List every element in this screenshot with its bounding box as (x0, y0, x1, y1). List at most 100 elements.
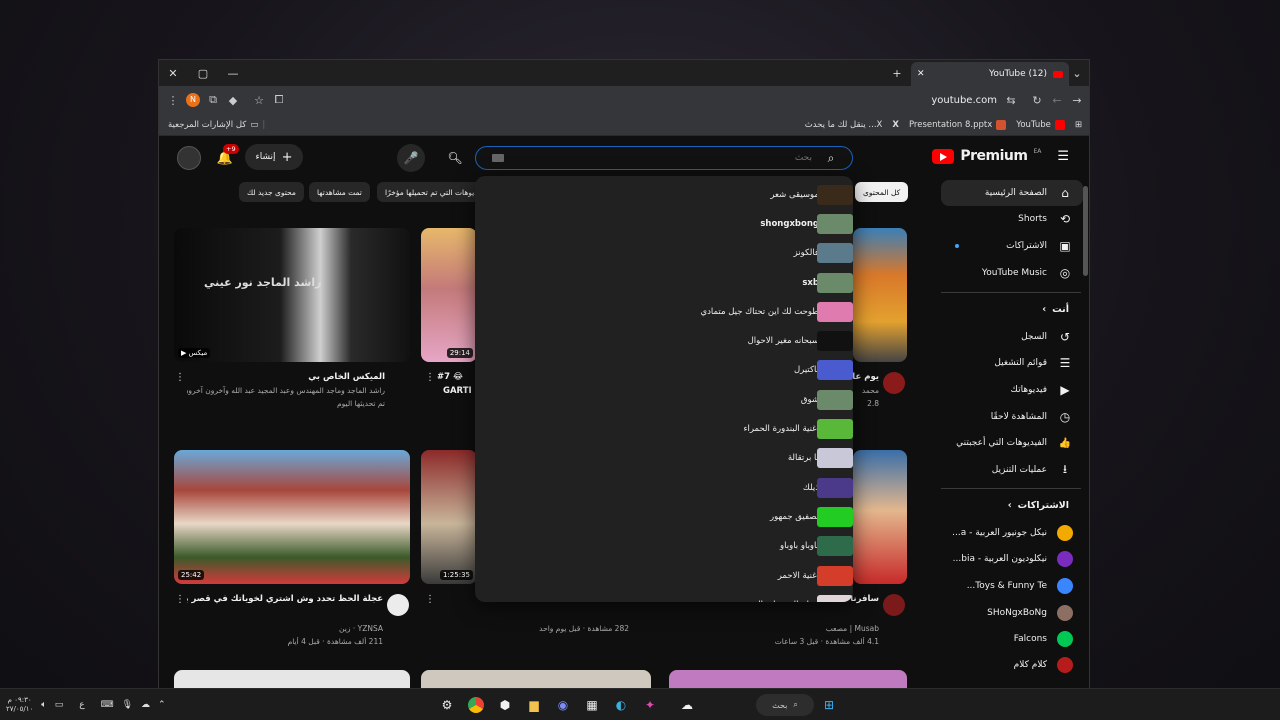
sidebar-sub-item[interactable]: Toys & Funny Te... (941, 573, 1083, 599)
create-button[interactable]: + إنشاء (245, 144, 303, 170)
chip-watched[interactable]: تمت مشاهدتها (309, 182, 370, 202)
search-icon-left[interactable]: 🔍︎ (441, 144, 469, 172)
edge-icon[interactable]: ◐ (611, 695, 631, 715)
search-suggestion[interactable]: ↺اغنية البندورة الحمراء (475, 414, 853, 443)
video-thumbnail[interactable]: راشد الماجد نور عيني ▶ ميكس (174, 228, 410, 362)
cast-icon[interactable]: ⧠ (269, 90, 289, 110)
sidebar-item-home[interactable]: ⌂ الصفحة الرئيسية (941, 180, 1083, 206)
video-title[interactable]: سافرنا الثاني (849, 594, 879, 604)
search-suggestion[interactable]: ↺شوق (475, 385, 853, 414)
video-thumbnail[interactable] (174, 670, 410, 688)
all-bookmarks[interactable]: كل الإشارات المرجعية ▭ | (163, 120, 270, 130)
sidebar-sub-item[interactable]: Falcons (941, 626, 1083, 652)
start-icon[interactable]: ⊞ (819, 695, 839, 715)
sidebar-item-subscriptions[interactable]: ▣ الاشتراكات (941, 233, 1083, 259)
file-explorer-icon[interactable]: ▆ (524, 695, 544, 715)
sidebar-item-music[interactable]: ◎ YouTube Music (941, 260, 1083, 286)
hamburger-menu-icon[interactable]: ☰ (1057, 149, 1069, 164)
sidebar-you-header[interactable]: أنت › (1042, 304, 1069, 315)
search-suggestion[interactable]: ↺يا برتقالة (475, 444, 853, 473)
speaker-icon[interactable]: 🔈︎ (41, 700, 46, 710)
page-scrollbar[interactable] (1083, 186, 1088, 276)
more-options-icon[interactable]: ⋮ (175, 372, 185, 383)
search-button-icon[interactable]: ⌕ (820, 147, 842, 169)
search-suggestion[interactable]: ↺موسيقى شعر (475, 180, 853, 209)
extension-diamond-icon[interactable]: ◆ (223, 90, 243, 110)
taskbar-search[interactable]: ⌕ بحث (756, 694, 814, 716)
monitor-icon[interactable]: ▭ (55, 700, 64, 710)
bookmark-x-news[interactable]: ينقل لك ما يحدث ...X (800, 120, 888, 130)
voice-search-icon[interactable]: 🎤 (397, 144, 425, 172)
extensions-icon[interactable]: ⧉ (203, 90, 223, 110)
more-options-icon[interactable]: ⋮ (425, 594, 435, 605)
channel-avatar[interactable] (883, 372, 905, 394)
forward-icon[interactable]: ← (1047, 90, 1067, 110)
more-options-icon[interactable]: ⋮ (175, 594, 185, 605)
video-title[interactable]: #7 😂 (437, 372, 477, 382)
chip-new-for-you[interactable]: محتوى جديد لك (239, 182, 304, 202)
chevron-up-icon[interactable]: ⌃ (158, 700, 166, 710)
chip-all[interactable]: كل المحتوى (855, 182, 909, 202)
video-thumbnail[interactable]: 1:25:35 (421, 450, 477, 584)
sidebar-sub-item[interactable]: SHoNgxBoNg (941, 600, 1083, 626)
cloud-icon[interactable]: ☁ (141, 700, 150, 710)
sidebar-item-your-videos[interactable]: ▶ فيديوهاتك (941, 377, 1083, 403)
copilot-icon[interactable]: ✦ (640, 695, 660, 715)
bookmark-star-icon[interactable]: ☆ (249, 90, 269, 110)
search-suggestion[interactable]: ↺فالكونز (475, 239, 853, 268)
channel-avatar[interactable] (883, 594, 905, 616)
sidebar-sub-item[interactable]: نيكل جونيور العربية - a... (941, 520, 1083, 546)
widgets-icon[interactable]: ☁ (672, 695, 702, 715)
sidebar-item-downloads[interactable]: ⭳ عمليات التنزيل (941, 457, 1083, 483)
minimize-window-icon[interactable]: — (223, 63, 243, 83)
tab-search-icon[interactable]: ⌄ (1067, 63, 1087, 83)
search-suggestion[interactable]: ↺shongxbong (475, 209, 853, 238)
video-title[interactable]: الميكس الخاص بي (187, 372, 385, 382)
store-icon[interactable]: ⬢ (495, 695, 515, 715)
video-thumbnail[interactable] (421, 670, 651, 688)
search-suggestion[interactable]: ↺صباح الخير يا مثال (475, 590, 853, 602)
video-thumbnail[interactable] (669, 670, 907, 688)
clock[interactable]: ٠٩:٣٠ م ٢٧/٠٥/١٠ (6, 696, 33, 714)
keyboard-icon[interactable]: ⌨ (101, 700, 114, 710)
close-tab-icon[interactable]: ✕ (917, 69, 925, 79)
youtube-premium-logo[interactable]: ☰ EA Premium (932, 148, 1069, 164)
chrome-icon[interactable] (466, 695, 486, 715)
search-suggestion[interactable]: ↺sxb (475, 268, 853, 297)
video-thumbnail[interactable]: 25:42 (174, 450, 410, 584)
new-tab-icon[interactable]: + (887, 63, 907, 83)
video-thumbnail[interactable] (853, 228, 907, 362)
discord-icon[interactable]: ◉ (553, 695, 573, 715)
channel-name[interactable]: YZNSA · زين (187, 624, 383, 633)
bookmark-x[interactable]: X (887, 120, 904, 130)
keyboard-icon[interactable] (492, 154, 504, 162)
search-suggestion[interactable]: ↺باوباو باوباو (475, 532, 853, 561)
search-suggestion[interactable]: ↺اغنية الاحمر (475, 561, 853, 590)
profile-icon[interactable]: N (183, 90, 203, 110)
bookmark-presentation[interactable]: Presentation 8.pptx (904, 119, 1011, 130)
video-title[interactable]: عجلة الحظ تحدد وش اشتري لخوياتك في قصر ب… (187, 594, 383, 604)
search-suggestion[interactable]: ↺ذيلك (475, 473, 853, 502)
video-title[interactable]: يوم عا (849, 372, 879, 382)
channel-avatar[interactable] (387, 594, 409, 616)
more-options-icon[interactable]: ⋮ (425, 372, 435, 383)
sidebar-item-history[interactable]: ↺ السجل (941, 324, 1083, 350)
sidebar-sub-item[interactable]: كلام كلام (941, 652, 1083, 678)
apps-grid-icon[interactable]: ⊞ (1070, 120, 1087, 130)
reload-icon[interactable]: ↻ (1027, 90, 1047, 110)
maximize-window-icon[interactable]: ▢ (193, 63, 213, 83)
microphone-icon[interactable]: 🎙︎ (122, 700, 133, 710)
search-input[interactable] (512, 153, 812, 163)
search-suggestion[interactable]: ↺تصفيق جمهور (475, 502, 853, 531)
close-window-icon[interactable]: ✕ (163, 63, 183, 83)
search-box[interactable]: ⌕ (475, 146, 853, 170)
site-settings-icon[interactable]: ⇆ (1001, 90, 1021, 110)
search-suggestion[interactable]: ↺باكتيرل (475, 356, 853, 385)
search-suggestion[interactable]: ↺طوحت لك اين تحتاك جيل متمادي (475, 297, 853, 326)
sidebar-item-watch-later[interactable]: ◷ المشاهدة لاحقًا (941, 404, 1083, 430)
tab-youtube[interactable]: (12) YouTube ✕ (911, 62, 1069, 86)
sidebar-item-shorts[interactable]: ⟲ Shorts (941, 206, 1083, 232)
sidebar-item-liked[interactable]: 👍 الفيديوهات التي أعجبتني (941, 430, 1083, 456)
back-icon[interactable]: → (1067, 90, 1087, 110)
avatar[interactable] (177, 146, 201, 170)
